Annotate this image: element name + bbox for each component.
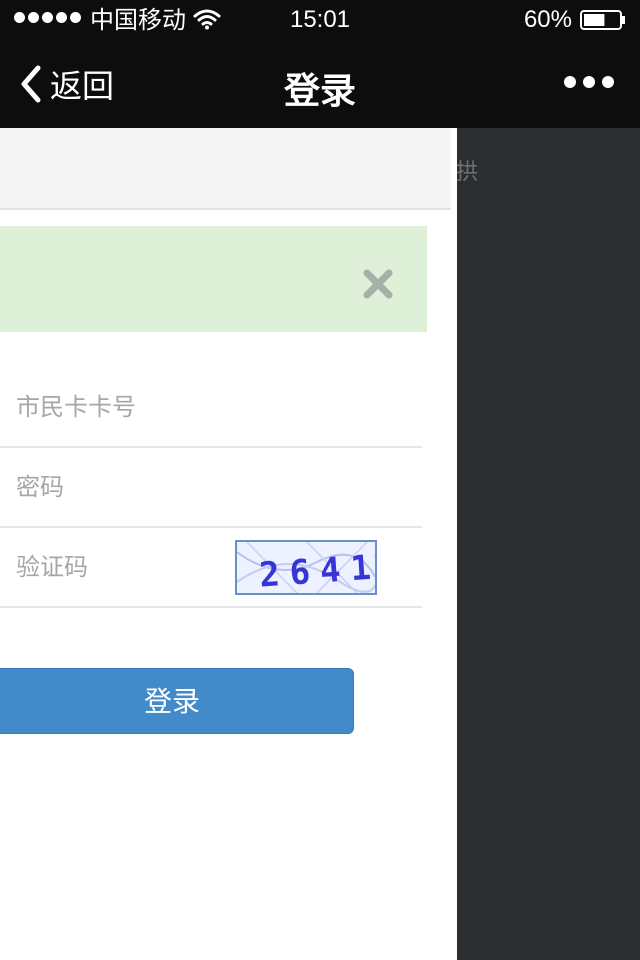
battery-icon [580,10,625,30]
password-field [0,448,422,528]
login-page: 2641 登录 [0,128,457,960]
login-button[interactable]: 登录 [0,668,354,734]
side-drawer[interactable] [457,128,640,960]
captcha-input[interactable] [16,528,216,606]
password-input[interactable] [16,448,216,526]
page-title: 登录 [283,71,356,112]
status-bar: 中国移动 15:01 60% [0,0,640,40]
more-options-icon[interactable] [564,76,614,88]
close-icon[interactable] [362,268,394,300]
card-number-field [0,368,422,448]
navigation-bar: 返回 登录 [0,40,640,128]
drawer-peek-text: 拱 [456,160,479,185]
card-number-input[interactable] [16,368,216,446]
header-strip [0,128,451,210]
captcha-image[interactable]: 2641 [235,540,377,595]
battery-percent: 60% [523,6,572,33]
captcha-text: 2641 [258,547,377,595]
